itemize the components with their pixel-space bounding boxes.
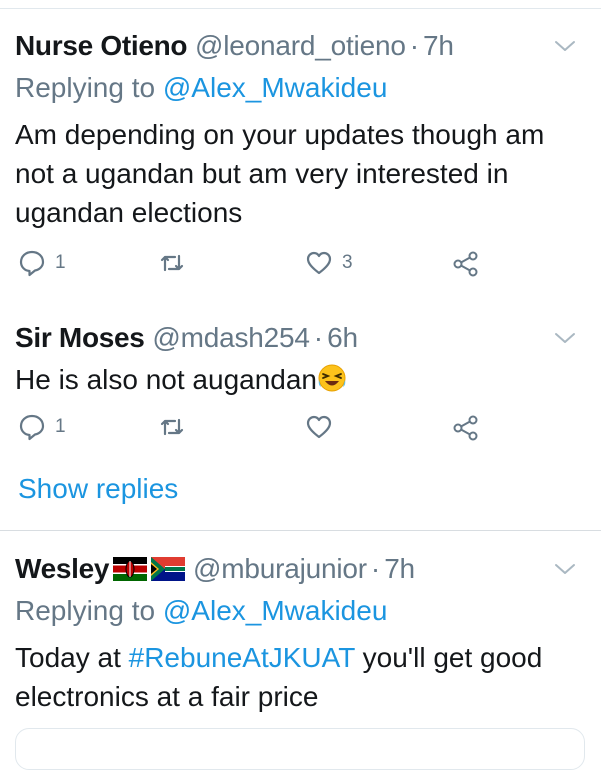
tweet-text: He is also not augandan bbox=[15, 364, 317, 395]
reply-button[interactable]: 1 bbox=[18, 413, 66, 441]
retweet-icon bbox=[160, 254, 184, 272]
author-name[interactable]: Nurse Otieno bbox=[15, 30, 188, 61]
share-button[interactable] bbox=[452, 249, 480, 277]
like-button[interactable]: 3 bbox=[305, 249, 353, 277]
reply-button[interactable]: 1 bbox=[18, 249, 66, 277]
replying-to: Replying to @Alex_Mwakideu bbox=[15, 595, 387, 627]
mention-link[interactable]: @Alex_Mwakideu bbox=[163, 595, 388, 626]
author-name[interactable]: Sir Moses bbox=[15, 322, 145, 353]
south-africa-flag-icon bbox=[151, 557, 186, 581]
retweet-button[interactable] bbox=[158, 413, 195, 441]
chevron-down-icon[interactable] bbox=[553, 34, 577, 58]
separator-dot: · bbox=[313, 322, 324, 353]
like-button[interactable] bbox=[305, 413, 342, 441]
reply-count: 1 bbox=[55, 252, 66, 273]
reply-count: 1 bbox=[55, 416, 66, 437]
share-icon bbox=[453, 415, 478, 441]
top-divider bbox=[0, 0, 601, 9]
link-preview-card[interactable] bbox=[15, 728, 585, 770]
replying-to: Replying to @Alex_Mwakideu bbox=[15, 72, 387, 104]
share-icon bbox=[453, 251, 478, 277]
author-handle[interactable]: @mburajunior bbox=[193, 553, 367, 584]
mention-link[interactable]: @Alex_Mwakideu bbox=[163, 72, 388, 103]
retweet-icon bbox=[160, 418, 184, 436]
tweet-text: Today at #RebuneAtJKUAT you'll get good … bbox=[15, 638, 585, 716]
share-button[interactable] bbox=[452, 413, 480, 441]
reply-icon bbox=[19, 414, 45, 441]
author-name[interactable]: Wesley bbox=[15, 553, 110, 584]
separator-dot: · bbox=[370, 553, 381, 584]
tweet-actions: 1 bbox=[0, 413, 601, 453]
hashtag-link[interactable]: #RebuneAtJKUAT bbox=[129, 642, 355, 673]
chevron-down-icon[interactable] bbox=[553, 557, 577, 581]
author-handle[interactable]: @leonard_otieno bbox=[195, 30, 406, 61]
tweet-header: Wesley @mburajunior · 7h bbox=[15, 553, 415, 585]
like-icon bbox=[306, 415, 332, 439]
tweet-text: Am depending on your updates though am n… bbox=[15, 119, 545, 228]
tweet-header: Sir Moses @mdash254 · 6h bbox=[15, 322, 358, 354]
laughing-emoji-icon bbox=[318, 364, 346, 392]
tweet-actions: 1 3 bbox=[0, 249, 601, 289]
timestamp[interactable]: 7h bbox=[423, 30, 454, 61]
tweet-text-row: He is also not augandan bbox=[15, 360, 585, 399]
like-icon bbox=[306, 251, 332, 275]
retweet-button[interactable] bbox=[158, 249, 195, 277]
reply-icon bbox=[19, 250, 45, 277]
timestamp[interactable]: 6h bbox=[327, 322, 358, 353]
kenya-flag-icon bbox=[113, 557, 148, 581]
separator-dot: · bbox=[409, 30, 420, 61]
show-replies-link[interactable]: Show replies bbox=[18, 471, 178, 507]
timestamp[interactable]: 7h bbox=[384, 553, 415, 584]
tweet-header: Nurse Otieno @leonard_otieno · 7h bbox=[15, 30, 454, 62]
author-handle[interactable]: @mdash254 bbox=[152, 322, 310, 353]
thread-divider bbox=[0, 530, 601, 531]
replying-prefix: Replying to bbox=[15, 72, 156, 103]
text-before: Today at bbox=[15, 642, 129, 673]
replying-prefix: Replying to bbox=[15, 595, 156, 626]
chevron-down-icon[interactable] bbox=[553, 326, 577, 350]
like-count: 3 bbox=[342, 252, 353, 273]
